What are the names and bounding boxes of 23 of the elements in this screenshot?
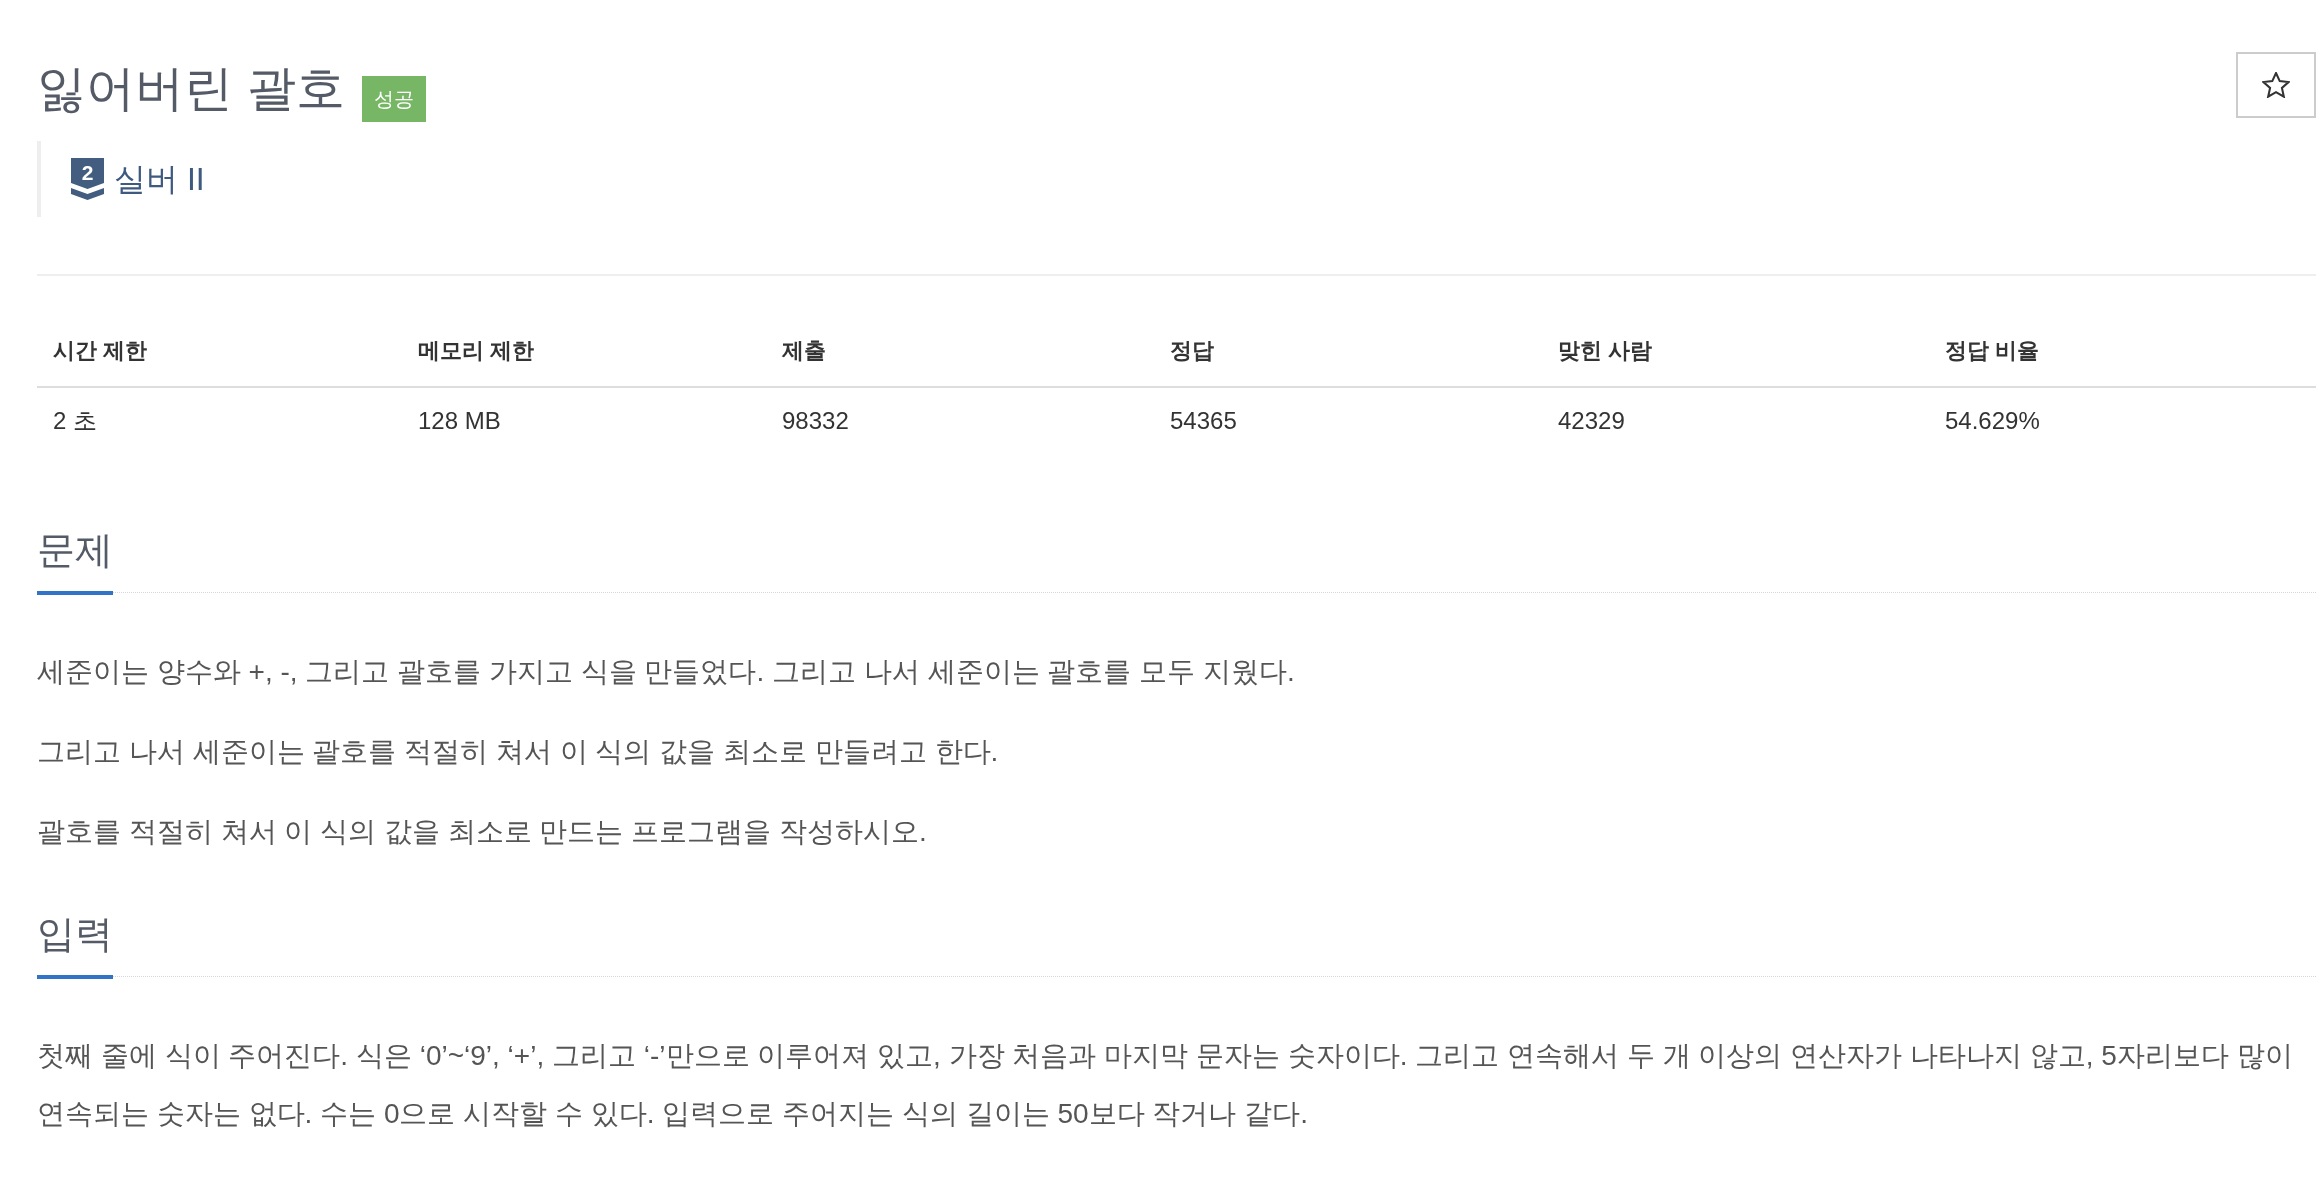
table-cell: 54.629% bbox=[1929, 387, 2316, 454]
column-header: 메모리 제한 bbox=[402, 316, 766, 387]
paragraph-text: 첫째 줄에 식이 주어진다. 식은 ‘0’~‘9’, ‘+’, 그리고 ‘-’만으로 이루어져 있고, 가장 처음과 마지막 문자는 숫자이다. 그리고 연속해서 두 개 이상의 연산자가 나타나지 않고, 5자리보다 많이 연속되는 숫자는 없다. 수는 0으로 시작할 수 있다. 입력으로 주어지는 식의 길이는 50보다 작거나 같다. bbox=[37, 1039, 2294, 1131]
column-header: 맞힌 사람 bbox=[1542, 316, 1929, 387]
table-cell: 98332 bbox=[766, 387, 1154, 454]
paragraph-text: 그리고 나서 세준이는 괄호를 적절히 쳐서 이 식의 값을 최소로 만들려고 한다. bbox=[37, 735, 1000, 769]
problem-title: 잃어버린 괄호 bbox=[37, 60, 345, 117]
section-heading: 문제 bbox=[37, 527, 113, 595]
paragraph-text: 괄호를 적절히 쳐서 이 식의 값을 최소로 만드는 프로그램을 작성하시오. bbox=[37, 815, 928, 849]
paragraph-text: 세준이는 양수와 +, -, 그리고 괄호를 가지고 식을 만들었다. 그리고 나서 세준이는 괄호를 모두 지웠다. bbox=[37, 655, 1296, 689]
column-header: 제출 bbox=[766, 316, 1154, 387]
section-heading: 입력 bbox=[37, 911, 113, 979]
result-badge: 성공 bbox=[361, 76, 426, 122]
table-cell: 54365 bbox=[1154, 387, 1542, 454]
favorite-button[interactable] bbox=[2236, 52, 2316, 118]
column-header: 정답 비율 bbox=[1929, 316, 2316, 387]
column-header: 시간 제한 bbox=[37, 316, 402, 387]
table-cell: 2 초 bbox=[37, 387, 402, 454]
column-header: 정답 bbox=[1154, 316, 1542, 387]
tier-badge: 2 bbox=[71, 158, 104, 200]
table-cell: 128 MB bbox=[402, 387, 766, 454]
tier-label: 실버 II bbox=[114, 160, 205, 199]
table-cell: 42329 bbox=[1542, 387, 1929, 454]
